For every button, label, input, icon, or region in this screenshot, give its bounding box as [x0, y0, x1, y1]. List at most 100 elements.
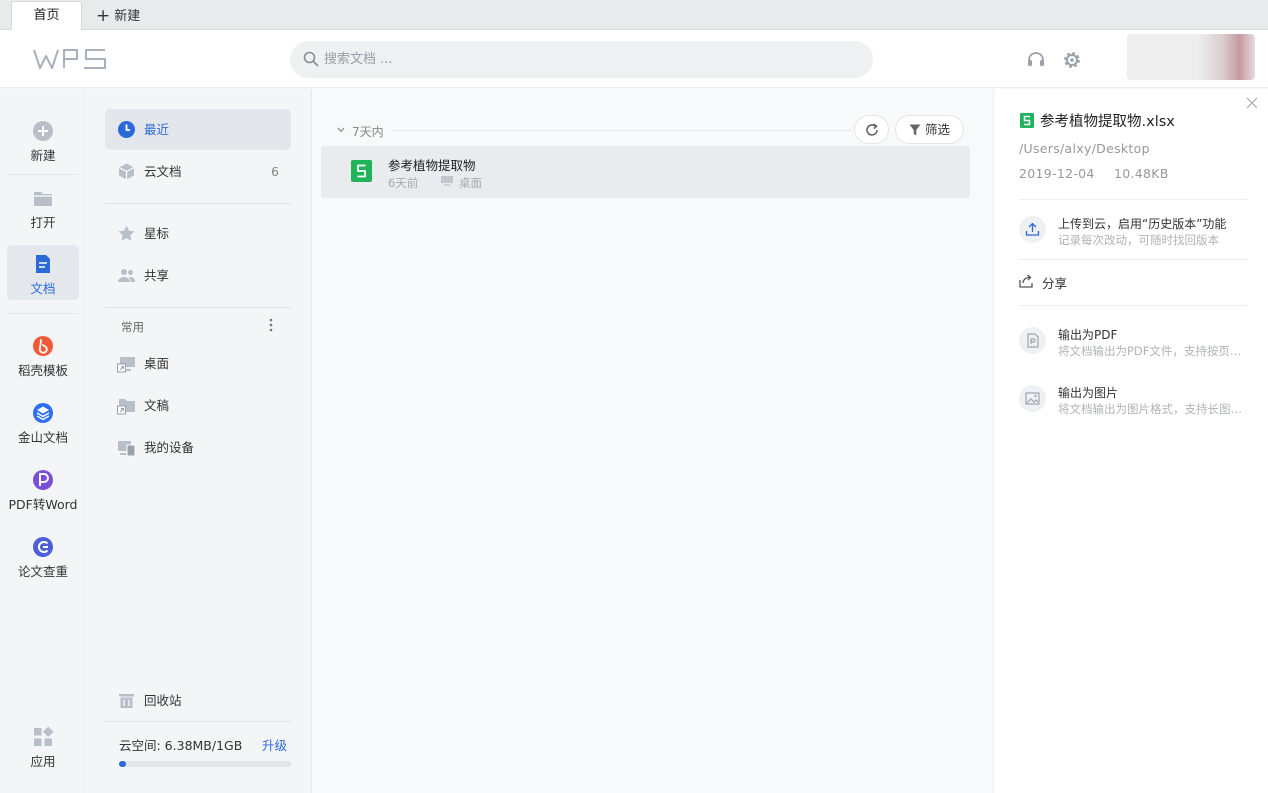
nav-item-trash[interactable]: 回收站: [105, 680, 291, 721]
rail-item-daoke-templates[interactable]: 稻壳模板: [7, 327, 79, 382]
kingsoft-docs-icon: [33, 403, 53, 423]
export-image-subtitle: 将文档输出为图片格式，支持长图…: [1058, 402, 1242, 416]
upgrade-link[interactable]: 升级: [262, 735, 287, 754]
section-title-frequent: 常用: [121, 320, 144, 334]
nav-label: 云文档: [144, 164, 182, 179]
plus-circle-icon: [33, 121, 53, 141]
tab-new-label: 新建: [114, 9, 141, 24]
filter-icon: [909, 124, 921, 136]
rail-item-apps[interactable]: 应用: [7, 718, 79, 773]
export-image-title: 输出为图片: [1058, 386, 1119, 400]
nav-item-drafts[interactable]: 文稿: [105, 385, 291, 426]
rail-item-new[interactable]: 新建: [7, 112, 79, 167]
detail-file-size: 10.48KB: [1114, 166, 1169, 181]
nav-label: 星标: [144, 226, 170, 241]
nav-label: 最近: [144, 122, 170, 137]
gear-icon[interactable]: [1062, 50, 1082, 70]
divider: [105, 721, 291, 722]
people-icon: [118, 269, 136, 282]
refresh-icon: [866, 123, 878, 136]
left-rail: 新建 打开 文档 稻壳模板 金山文档 PDF转Word 论文查重 应用: [0, 89, 85, 793]
image-icon-circle: [1019, 385, 1046, 412]
star-icon: [118, 225, 135, 241]
rail-label: PDF转Word: [8, 497, 78, 512]
nav-label: 回收站: [144, 693, 182, 708]
nav-item-desktop[interactable]: 桌面: [105, 343, 291, 384]
file-location: 桌面: [459, 176, 482, 190]
divider: [392, 130, 852, 131]
share-label: 分享: [1042, 276, 1068, 291]
file-modified-time: 6天前: [388, 176, 419, 190]
export-pdf-subtitle: 将文档输出为PDF文件，支持按页…: [1058, 344, 1242, 358]
pdf-icon-circle: [1019, 327, 1046, 354]
cube-icon: [118, 163, 135, 180]
cloud-count-badge: 6: [271, 164, 279, 179]
rail-item-documents[interactable]: 文档: [7, 245, 79, 300]
upload-icon: [1025, 222, 1040, 236]
export-pdf-icon: [1027, 333, 1039, 348]
daoke-icon: [33, 336, 53, 356]
file-detail-panel: 参考植物提取物.xlsx /Users/alxy/Desktop 2019-12…: [993, 89, 1268, 793]
search-icon: [303, 51, 319, 67]
nav-label: 文稿: [144, 398, 170, 413]
tab-new-button[interactable]: + 新建: [96, 0, 140, 30]
nav-item-my-devices[interactable]: 我的设备: [105, 427, 291, 468]
divider: [1019, 259, 1247, 260]
export-image-icon: [1025, 392, 1040, 405]
close-icon[interactable]: [1246, 97, 1258, 109]
rail-label: 论文查重: [17, 564, 68, 579]
filter-button[interactable]: 筛选: [895, 115, 964, 144]
desktop-shortcut-icon: [117, 357, 135, 373]
avatar[interactable]: [1127, 34, 1255, 80]
rail-item-pdf-to-word[interactable]: PDF转Word: [7, 461, 79, 516]
rail-item-paper-check[interactable]: 论文查重: [7, 528, 79, 583]
trash-icon: [119, 694, 134, 708]
wps-logo: [33, 49, 106, 69]
detail-file-path: /Users/alxy/Desktop: [1019, 141, 1150, 156]
apps-icon: [34, 726, 54, 746]
nav-item-cloud-docs[interactable]: 云文档 6: [105, 151, 291, 192]
devices-icon: [118, 441, 136, 457]
folder-icon: [34, 192, 52, 206]
search-box[interactable]: [290, 41, 873, 78]
filter-label: 筛选: [925, 122, 951, 137]
divider: [8, 313, 78, 314]
headset-icon[interactable]: [1026, 50, 1046, 70]
rail-label: 文档: [30, 281, 56, 296]
spreadsheet-file-icon: [351, 160, 372, 182]
file-row[interactable]: 参考植物提取物 6天前 桌面: [321, 146, 970, 198]
more-vertical-icon[interactable]: [267, 317, 275, 333]
cloud-quota-text: 云空间: 6.38MB/1GB: [119, 738, 243, 753]
nav-item-starred[interactable]: 星标: [105, 213, 291, 254]
nav-item-recent[interactable]: 最近: [105, 109, 291, 150]
nav-label: 我的设备: [144, 440, 195, 455]
rail-label: 稻壳模板: [17, 363, 68, 378]
detail-file-date: 2019-12-04: [1019, 166, 1095, 181]
divider: [105, 203, 291, 204]
rail-label: 打开: [30, 215, 56, 230]
chevron-down-icon[interactable]: [337, 127, 345, 133]
file-name: 参考植物提取物: [388, 158, 476, 173]
plus-icon: +: [96, 6, 111, 26]
divider: [1019, 199, 1247, 200]
refresh-button[interactable]: [854, 115, 889, 144]
document-icon: [36, 255, 50, 273]
search-input[interactable]: [324, 41, 854, 78]
clock-icon: [118, 121, 135, 138]
tab-home[interactable]: 首页: [11, 1, 82, 31]
file-list-area: 7天内 筛选 参考植物提取物 6天前 桌面: [312, 89, 993, 793]
spreadsheet-file-icon: [1020, 113, 1034, 128]
share-icon: [1019, 274, 1033, 288]
detail-file-title: 参考植物提取物.xlsx: [1040, 114, 1175, 130]
desktop-icon: [441, 176, 453, 186]
group-header-7days[interactable]: 7天内: [352, 123, 384, 140]
nav-item-shared[interactable]: 共享: [105, 255, 291, 296]
upload-title: 上传到云，启用“历史版本”功能: [1058, 217, 1227, 231]
rail-item-open[interactable]: 打开: [7, 179, 79, 234]
divider: [105, 307, 291, 308]
rail-label: 新建: [30, 148, 56, 163]
export-pdf-title: 输出为PDF: [1058, 328, 1118, 342]
quota-progress-fill: [119, 761, 126, 767]
rail-item-kingsoft-docs[interactable]: 金山文档: [7, 394, 79, 449]
upload-subtitle: 记录每次改动，可随时找回版本: [1058, 233, 1219, 247]
